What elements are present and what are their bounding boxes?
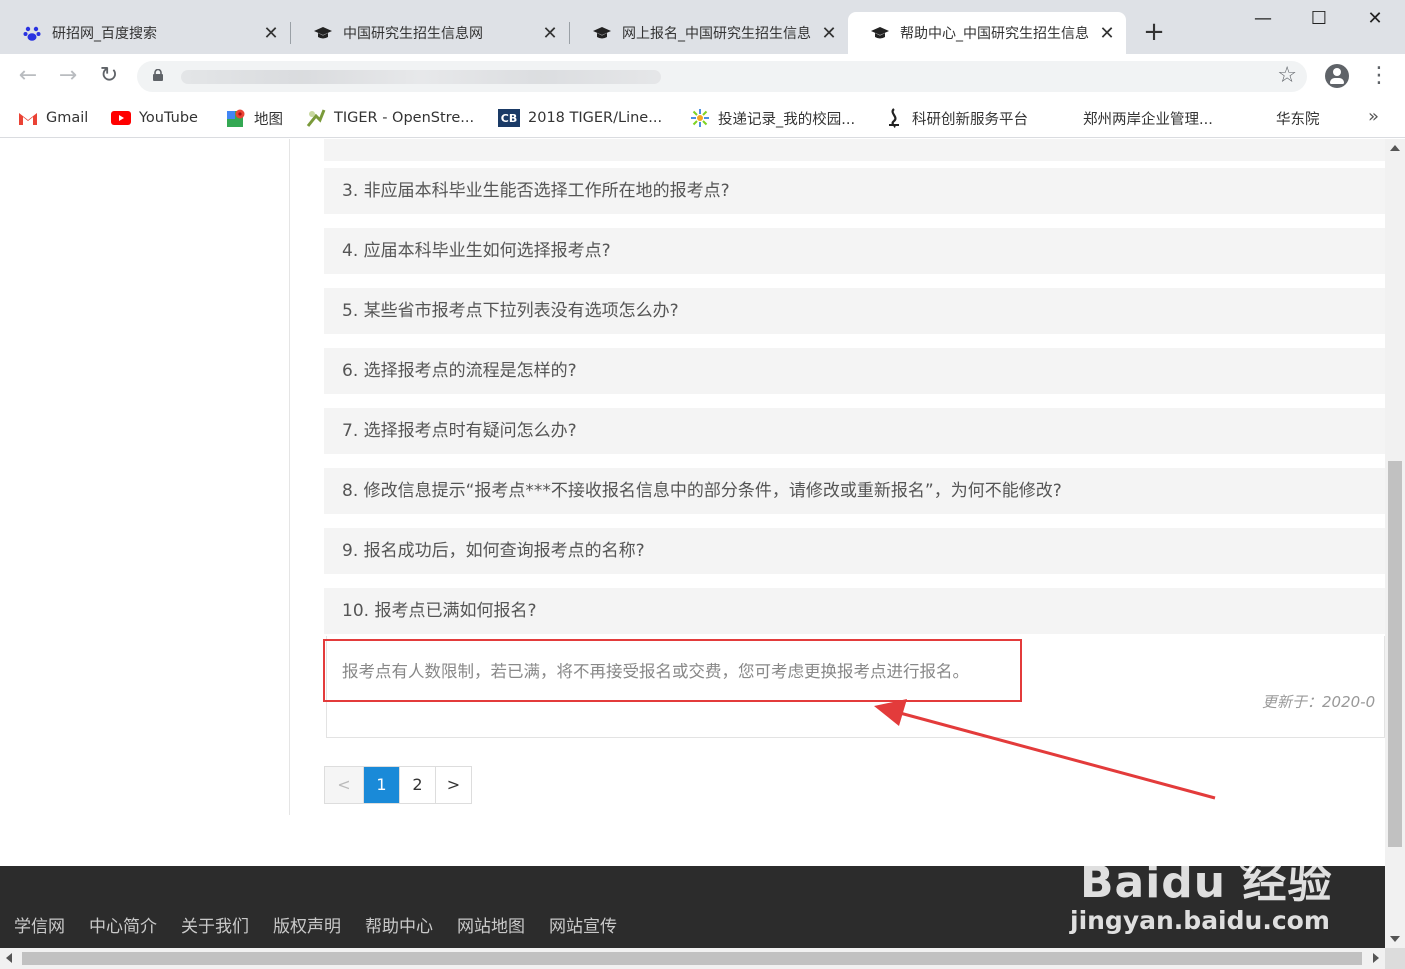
bookmark-youtube[interactable]: YouTube bbox=[111, 106, 198, 130]
bookmark-label: TIGER - OpenStre... bbox=[334, 110, 475, 126]
browser-toolbar: ← → ↻ ☆ bbox=[0, 54, 1405, 98]
new-tab-button[interactable]: + bbox=[1140, 18, 1168, 46]
faq-item[interactable]: 8. 修改信息提示“报考点***不接收报名信息中的部分条件，请修改或重新报名”，… bbox=[324, 468, 1385, 514]
baidu-paw-icon bbox=[22, 23, 42, 43]
lock-icon bbox=[153, 69, 163, 81]
campus-icon bbox=[690, 109, 710, 127]
close-tab-icon[interactable]: ✕ bbox=[262, 23, 280, 44]
url-text-blurred bbox=[181, 70, 661, 84]
bookmark-gmail[interactable]: Gmail bbox=[18, 106, 88, 130]
tab-help-center[interactable]: 帮助中心_中国研究生招生信息 ✕ bbox=[848, 12, 1126, 54]
pagination-page-1[interactable]: 1 bbox=[363, 767, 399, 803]
pagination-prev-button[interactable]: < bbox=[325, 767, 363, 803]
bookmarks-bar: Gmail YouTube 地图 TIGER - OpenStre... CB … bbox=[0, 98, 1405, 138]
close-tab-icon[interactable]: ✕ bbox=[820, 23, 838, 44]
horizontal-scrollbar[interactable] bbox=[0, 948, 1385, 969]
maximize-button[interactable]: ☐ bbox=[1296, 4, 1342, 34]
bookmark-label: YouTube bbox=[139, 110, 198, 126]
tab-strip: 研招网_百度搜索 ✕ 中国研究生招生信息网 ✕ 网上报名_中国研究生招生信息 ✕… bbox=[0, 0, 1405, 54]
horizontal-scroll-thumb[interactable] bbox=[22, 952, 1362, 965]
bookmark-campus-applications[interactable]: 投递记录_我的校园... bbox=[690, 106, 855, 130]
footer-link-xuexin[interactable]: 学信网 bbox=[14, 912, 65, 937]
vertical-scrollbar[interactable] bbox=[1385, 139, 1405, 948]
tab-title: 网上报名_中国研究生招生信息 bbox=[622, 26, 811, 42]
site-footer: 学信网 中心简介 关于我们 版权声明 帮助中心 网站地图 网站宣传 bbox=[0, 866, 1385, 948]
tab-title: 帮助中心_中国研究生招生信息 bbox=[900, 26, 1089, 42]
faq-updated-date: 更新于：2020-0 bbox=[1262, 693, 1376, 711]
mortarboard-icon bbox=[313, 23, 333, 43]
bookmark-label: Gmail bbox=[46, 110, 89, 126]
bookmarks-overflow-button[interactable]: » bbox=[1368, 106, 1379, 127]
faq-item[interactable]: 6. 选择报考点的流程是怎样的? bbox=[324, 348, 1385, 394]
tab-online-registration[interactable]: 网上报名_中国研究生招生信息 ✕ bbox=[570, 12, 848, 54]
youtube-icon bbox=[111, 109, 131, 127]
close-tab-icon[interactable]: ✕ bbox=[541, 23, 559, 44]
footer-link-help-center[interactable]: 帮助中心 bbox=[365, 912, 433, 937]
faq-item[interactable]: 3. 非应届本科毕业生能否选择工作所在地的报考点? bbox=[324, 168, 1385, 214]
pagination: < 1 2 > bbox=[324, 766, 472, 804]
back-button[interactable]: ← bbox=[14, 62, 42, 90]
faq-item[interactable]: 4. 应届本科毕业生如何选择报考点? bbox=[324, 228, 1385, 274]
address-bar[interactable]: ☆ bbox=[137, 61, 1307, 92]
close-tab-icon[interactable]: ✕ bbox=[1098, 23, 1116, 44]
bookmark-research-platform[interactable]: 科研创新服务平台 bbox=[884, 106, 1028, 130]
minimize-button[interactable]: — bbox=[1240, 4, 1286, 34]
sidebar-divider bbox=[289, 139, 290, 815]
scroll-left-arrow-icon[interactable] bbox=[6, 953, 12, 963]
bookmark-label: 投递记录_我的校园... bbox=[718, 111, 856, 128]
bookmark-maps[interactable]: 地图 bbox=[226, 106, 283, 130]
pagination-page-2[interactable]: 2 bbox=[399, 767, 435, 803]
research-icon bbox=[884, 108, 904, 128]
bookmark-label: 郑州两岸企业管理... bbox=[1083, 111, 1213, 128]
tab-title: 中国研究生招生信息网 bbox=[343, 26, 483, 42]
footer-link-about-us[interactable]: 关于我们 bbox=[181, 912, 249, 937]
forward-button[interactable]: → bbox=[54, 62, 82, 90]
bookmark-star-icon[interactable]: ☆ bbox=[1277, 63, 1297, 88]
pagination-next-button[interactable]: > bbox=[435, 767, 471, 803]
browser-menu-icon[interactable]: ⋮ bbox=[1368, 64, 1390, 88]
faq-item[interactable]: 5. 某些省市报考点下拉列表没有选项怎么办? bbox=[324, 288, 1385, 334]
bookmark-tiger-line[interactable]: CB 2018 TIGER/Line... bbox=[498, 106, 662, 130]
scrollbar-corner bbox=[1385, 948, 1405, 969]
bookmark-label: 华东院 bbox=[1276, 111, 1320, 128]
faq-item[interactable]: 7. 选择报考点时有疑问怎么办? bbox=[324, 408, 1385, 454]
maps-icon bbox=[226, 109, 246, 127]
census-cb-icon: CB bbox=[498, 109, 520, 127]
reload-button[interactable]: ↻ bbox=[95, 62, 123, 90]
annotation-highlight-box bbox=[323, 639, 1022, 702]
faq-item-expanded[interactable]: 10. 报考点已满如何报名? bbox=[324, 588, 1385, 634]
bookmark-zhengzhou-enterprise[interactable]: 郑州两岸企业管理... bbox=[1083, 106, 1213, 130]
faq-item[interactable]: 9. 报名成功后，如何查询报考点的名称? bbox=[324, 528, 1385, 574]
scroll-up-arrow-icon[interactable] bbox=[1390, 145, 1400, 151]
scroll-down-arrow-icon[interactable] bbox=[1390, 936, 1400, 942]
gmail-icon bbox=[18, 109, 38, 127]
tab-baidu-search[interactable]: 研招网_百度搜索 ✕ bbox=[0, 12, 290, 54]
close-window-button[interactable]: ✕ bbox=[1352, 4, 1398, 34]
bookmark-label: 地图 bbox=[254, 111, 283, 128]
mortarboard-icon bbox=[592, 23, 612, 43]
footer-link-copyright[interactable]: 版权声明 bbox=[273, 912, 341, 937]
footer-links: 学信网 中心简介 关于我们 版权声明 帮助中心 网站地图 网站宣传 bbox=[14, 912, 617, 937]
scroll-right-arrow-icon[interactable] bbox=[1373, 953, 1379, 963]
footer-link-promotion[interactable]: 网站宣传 bbox=[549, 912, 617, 937]
page-viewport: 3. 非应届本科毕业生能否选择工作所在地的报考点? 4. 应届本科毕业生如何选择… bbox=[0, 139, 1385, 948]
footer-link-about-center[interactable]: 中心简介 bbox=[89, 912, 157, 937]
faq-item-partial[interactable] bbox=[324, 139, 1385, 161]
vertical-scroll-thumb[interactable] bbox=[1388, 461, 1402, 847]
profile-avatar-icon[interactable] bbox=[1325, 64, 1349, 88]
tiger-icon bbox=[306, 109, 326, 127]
bookmark-label: 科研创新服务平台 bbox=[912, 111, 1028, 128]
footer-link-sitemap[interactable]: 网站地图 bbox=[457, 912, 525, 937]
tab-chsi-home[interactable]: 中国研究生招生信息网 ✕ bbox=[291, 12, 569, 54]
mortarboard-icon bbox=[870, 23, 890, 43]
bookmark-label: 2018 TIGER/Line... bbox=[528, 110, 663, 126]
bookmark-huadongyuan[interactable]: 华东院 bbox=[1276, 106, 1320, 130]
tab-title: 研招网_百度搜索 bbox=[52, 26, 157, 42]
bookmark-tiger-openstreetmap[interactable]: TIGER - OpenStre... bbox=[306, 106, 474, 130]
